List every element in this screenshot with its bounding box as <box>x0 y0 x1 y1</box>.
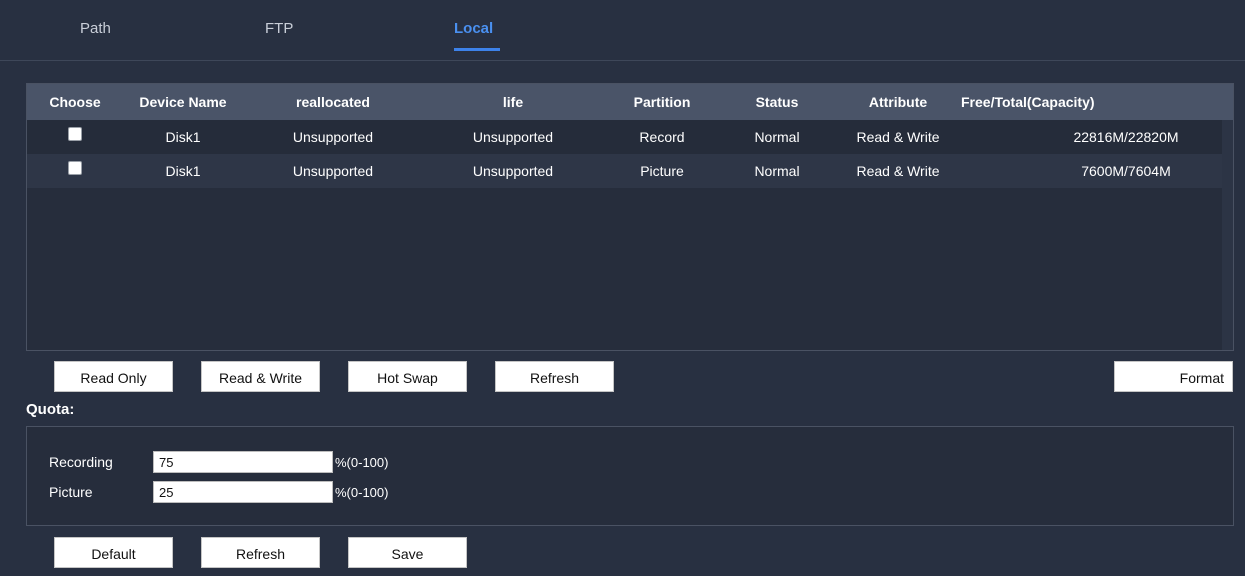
picture-quota-unit: %(0-100) <box>335 485 389 500</box>
quota-title: Quota: <box>26 401 75 418</box>
attribute-cell: Read & Write <box>856 129 940 145</box>
table-scrollbar[interactable] <box>1222 120 1233 350</box>
device-name-cell: Disk1 <box>165 163 201 179</box>
capacity-cell: 7600M/7604M <box>1081 163 1171 179</box>
active-tab-indicator <box>454 48 500 51</box>
column-header-device-name[interactable]: Device Name <box>137 84 229 120</box>
tab-path[interactable]: Path <box>80 20 111 37</box>
picture-quota-input[interactable] <box>153 481 333 503</box>
life-cell: Unsupported <box>472 163 554 179</box>
tab-bar: Path FTP Local <box>0 0 1245 61</box>
status-cell: Normal <box>754 129 800 145</box>
reallocated-cell: Unsupported <box>292 163 374 179</box>
tab-ftp[interactable]: FTP <box>265 20 293 37</box>
column-header-status[interactable]: Status <box>745 84 809 120</box>
local-storage-panel: Path FTP Local Choose Device Name reallo… <box>0 0 1245 576</box>
refresh-disks-button[interactable]: Refresh <box>495 361 614 392</box>
save-button[interactable]: Save <box>348 537 467 568</box>
recording-quota-input[interactable] <box>153 451 333 473</box>
column-header-life[interactable]: life <box>479 84 547 120</box>
recording-quota-unit: %(0-100) <box>335 455 389 470</box>
attribute-cell: Read & Write <box>856 163 940 179</box>
column-header-choose[interactable]: Choose <box>49 84 101 120</box>
row-checkbox[interactable] <box>68 161 82 175</box>
disk-table: Choose Device Name reallocated life Part… <box>26 83 1234 351</box>
partition-cell: Record <box>639 129 685 145</box>
tab-local[interactable]: Local <box>454 20 493 37</box>
recording-quota-label: Recording <box>49 454 113 470</box>
table-row[interactable]: Disk1 Unsupported Unsupported Picture No… <box>27 154 1222 188</box>
table-row[interactable]: Disk1 Unsupported Unsupported Record Nor… <box>27 120 1222 154</box>
row-checkbox[interactable] <box>68 127 82 141</box>
life-cell: Unsupported <box>472 129 554 145</box>
column-header-capacity[interactable]: Free/Total(Capacity) <box>961 84 1095 120</box>
format-button[interactable]: Format <box>1114 361 1233 392</box>
status-cell: Normal <box>754 163 800 179</box>
table-header: Choose Device Name reallocated life Part… <box>27 84 1233 120</box>
picture-quota-label: Picture <box>49 484 93 500</box>
quota-panel: Recording %(0-100) Picture %(0-100) <box>26 426 1234 526</box>
column-header-partition[interactable]: Partition <box>619 84 705 120</box>
read-only-button[interactable]: Read Only <box>54 361 173 392</box>
refresh-quota-button[interactable]: Refresh <box>201 537 320 568</box>
column-header-reallocated[interactable]: reallocated <box>285 84 381 120</box>
partition-cell: Picture <box>640 163 684 179</box>
read-write-button[interactable]: Read & Write <box>201 361 320 392</box>
device-name-cell: Disk1 <box>165 129 201 145</box>
capacity-cell: 22816M/22820M <box>1073 129 1179 145</box>
column-header-attribute[interactable]: Attribute <box>853 84 943 120</box>
default-button[interactable]: Default <box>54 537 173 568</box>
reallocated-cell: Unsupported <box>292 129 374 145</box>
hot-swap-button[interactable]: Hot Swap <box>348 361 467 392</box>
